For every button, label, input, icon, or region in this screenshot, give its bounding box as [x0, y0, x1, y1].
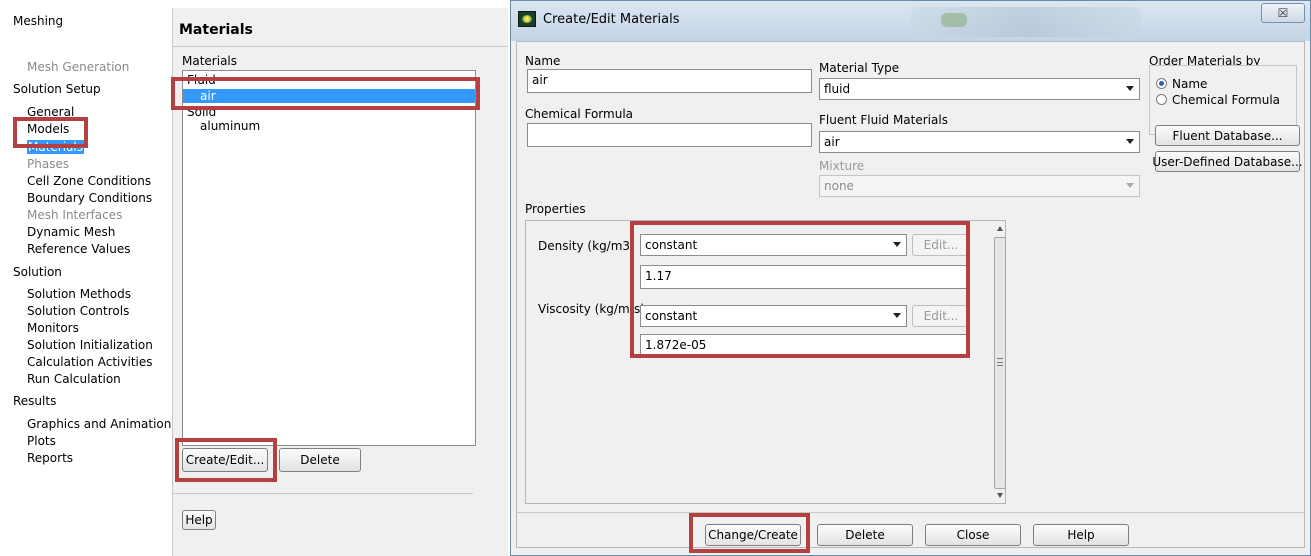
nav-item-solution-methods[interactable]: Solution Methods [27, 287, 131, 301]
nav-item-models[interactable]: Models [27, 122, 69, 136]
nav-item-dynamic-mesh[interactable]: Dynamic Mesh [27, 225, 115, 239]
density-method-select[interactable]: constant [640, 234, 907, 256]
fluent-materials-label: Fluent Fluid Materials [819, 113, 948, 127]
nav-item-graphics-and-animations[interactable]: Graphics and Animations [27, 417, 178, 431]
materials-task-page: Materials Materials Fluid air Solid alum… [172, 8, 508, 556]
order-by-name-radio[interactable] [1156, 78, 1167, 89]
viscosity-value-field[interactable]: 1.872e-05 [640, 334, 970, 358]
density-label: Density (kg/m3) [538, 239, 635, 253]
chevron-down-icon [893, 313, 901, 318]
nav-item-materials[interactable]: Materials [27, 140, 85, 154]
viscosity-edit-button: Edit... [912, 305, 970, 327]
density-value-field[interactable]: 1.17 [640, 265, 970, 289]
scroll-up-icon[interactable] [997, 226, 1003, 231]
material-type-value: fluid [824, 82, 851, 96]
close-button[interactable]: Close [925, 524, 1021, 546]
background-blur [941, 13, 967, 27]
user-defined-database-button[interactable]: User-Defined Database... [1152, 151, 1303, 172]
divider [173, 46, 508, 47]
list-group-fluid[interactable]: Fluid [187, 73, 216, 87]
dialog-title: Create/Edit Materials [543, 12, 680, 27]
order-by-name-label: Name [1172, 77, 1208, 91]
chevron-down-icon [893, 242, 901, 247]
properties-label: Properties [525, 202, 586, 216]
properties-scrollbar[interactable] [993, 223, 1007, 503]
list-item-air[interactable]: air [183, 89, 475, 103]
viscosity-method-value: constant [645, 309, 698, 323]
order-by-formula-label: Chemical Formula [1172, 93, 1281, 107]
fluent-database-button[interactable]: Fluent Database... [1155, 125, 1300, 146]
scroll-thumb[interactable] [994, 237, 1006, 489]
density-edit-button: Edit... [912, 234, 970, 256]
nav-item-reports[interactable]: Reports [27, 451, 73, 465]
materials-list-label: Materials [182, 54, 238, 68]
create-edit-materials-dialog: Create/Edit Materials ☒ Name air Chemica… [510, 0, 1311, 556]
chevron-down-icon [1126, 139, 1134, 144]
mixture-select: none [819, 175, 1140, 197]
fluent-materials-value: air [824, 135, 840, 149]
nav-item-boundary-conditions[interactable]: Boundary Conditions [27, 191, 152, 205]
create-edit-button[interactable]: Create/Edit... [182, 448, 268, 472]
viscosity-label: Viscosity (kg/m-s) [538, 302, 645, 316]
nav-item-general[interactable]: General [27, 105, 74, 119]
nav-item-calculation-activities[interactable]: Calculation Activities [27, 355, 153, 369]
list-group-solid[interactable]: Solid [187, 105, 216, 119]
nav-item-solution[interactable]: Solution [13, 265, 62, 279]
nav-item-mesh-interfaces: Mesh Interfaces [27, 208, 123, 222]
density-method-value: constant [645, 238, 698, 252]
list-item-aluminum[interactable]: aluminum [200, 119, 260, 133]
materials-list[interactable]: Fluid air Solid aluminum [182, 70, 476, 446]
nav-item-mesh-generation: Mesh Generation [27, 60, 130, 74]
dialog-body: Name air Chemical Formula Material Type … [516, 41, 1305, 548]
divider [517, 512, 1304, 513]
material-type-label: Material Type [819, 61, 900, 75]
material-type-select[interactable]: fluid [819, 78, 1140, 100]
chemical-formula-label: Chemical Formula [525, 107, 634, 121]
grip-icon [997, 358, 1003, 366]
nav-item-results[interactable]: Results [13, 394, 56, 408]
name-field[interactable]: air [527, 69, 812, 93]
close-icon[interactable]: ☒ [1261, 3, 1305, 23]
mixture-label: Mixture [819, 159, 865, 173]
name-label: Name [525, 54, 561, 68]
chemical-formula-field[interactable] [527, 123, 812, 147]
delete-material-button[interactable]: Delete [279, 448, 361, 472]
scroll-down-icon[interactable] [997, 493, 1003, 498]
help-button[interactable]: Help [182, 510, 216, 530]
properties-panel: Density (kg/m3) constant Edit... 1.17 Vi… [525, 220, 1006, 504]
change-create-button[interactable]: Change/Create [705, 524, 801, 546]
chevron-down-icon [1126, 86, 1134, 91]
help-button[interactable]: Help [1033, 524, 1129, 546]
fluent-materials-select[interactable]: air [819, 131, 1140, 153]
mixture-value: none [824, 179, 854, 193]
nav-item-plots[interactable]: Plots [27, 434, 56, 448]
viscosity-method-select[interactable]: constant [640, 305, 907, 327]
nav-item-solution-setup[interactable]: Solution Setup [13, 82, 101, 96]
page-title: Materials [179, 22, 253, 38]
dialog-titlebar[interactable]: Create/Edit Materials ☒ [511, 1, 1310, 41]
nav-item-monitors[interactable]: Monitors [27, 321, 79, 335]
nav-item-run-calculation[interactable]: Run Calculation [27, 372, 121, 386]
nav-item-meshing[interactable]: Meshing [13, 14, 63, 28]
fluent-app-icon [518, 11, 536, 27]
navigation-tree: Meshing Mesh Generation Solution Setup Gene… [0, 0, 178, 556]
nav-item-cell-zone-conditions[interactable]: Cell Zone Conditions [27, 174, 151, 188]
nav-item-solution-initialization[interactable]: Solution Initialization [27, 338, 153, 352]
divider [173, 493, 473, 494]
delete-button[interactable]: Delete [817, 524, 913, 546]
chevron-down-icon [1126, 183, 1134, 188]
nav-item-phases: Phases [27, 157, 70, 171]
nav-item-solution-controls[interactable]: Solution Controls [27, 304, 129, 318]
nav-item-reference-values[interactable]: Reference Values [27, 242, 130, 256]
order-by-formula-radio[interactable] [1156, 94, 1167, 105]
